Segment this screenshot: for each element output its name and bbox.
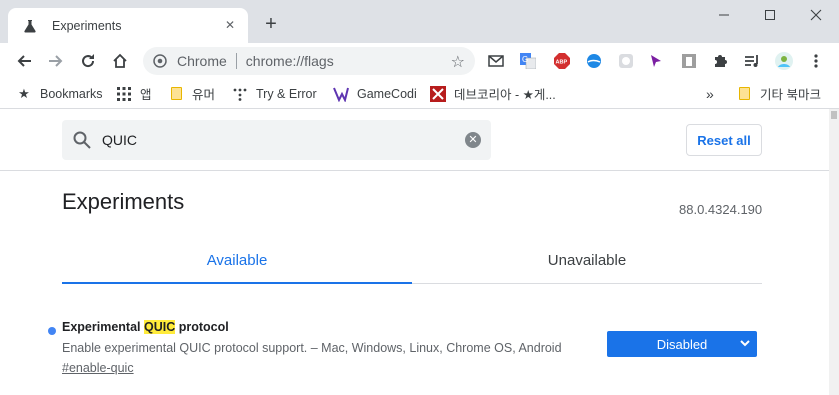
maximize-icon[interactable]: [759, 6, 781, 24]
chrome-logo-icon: [153, 54, 167, 68]
search-input[interactable]: [100, 131, 444, 149]
cursor-extension-icon[interactable]: [647, 52, 665, 70]
toolbar: Chrome chrome://flags ☆ G ABP: [0, 43, 839, 79]
bookmark-label: 데브코리아 - ★게...: [454, 88, 556, 102]
bookmark-label: 유머: [192, 88, 216, 102]
back-arrow-icon[interactable]: [14, 51, 34, 71]
bookmark-label: Try & Error: [256, 86, 317, 101]
reset-all-button[interactable]: Reset all: [686, 124, 762, 156]
bookmark-item-gamecodi[interactable]: GameCodi: [333, 79, 417, 108]
omnibox[interactable]: Chrome chrome://flags ☆: [143, 47, 475, 75]
bookmarks-overflow-chevron[interactable]: »: [706, 79, 714, 108]
url-text[interactable]: chrome://flags: [246, 53, 334, 69]
google-translate-icon[interactable]: G: [519, 52, 537, 70]
flags-page: ✕ Reset all Experiments 88.0.4324.190 Av…: [0, 109, 839, 395]
home-icon[interactable]: [110, 51, 130, 71]
flag-entry: Experimental QUIC protocol Enable experi…: [0, 314, 829, 394]
svg-text:ABP: ABP: [556, 60, 568, 66]
svg-text:G: G: [522, 55, 528, 64]
apps-grid-icon: [116, 86, 132, 102]
star-icon: ★: [18, 85, 30, 101]
bookmark-item-try-error[interactable]: Try & Error: [232, 79, 317, 108]
globe-extension-icon[interactable]: [585, 52, 603, 70]
bookmark-item-bookmarks[interactable]: ★ Bookmarks: [16, 79, 103, 108]
bookmark-label: Bookmarks: [40, 86, 103, 101]
reload-icon[interactable]: [78, 51, 98, 71]
hand-extension-icon[interactable]: [680, 52, 698, 70]
page-title: Experiments: [62, 189, 185, 214]
grey-extension-icon[interactable]: [617, 52, 635, 70]
window-close-icon[interactable]: [805, 6, 827, 24]
bookmark-item-other[interactable]: 기타 북마크: [736, 79, 821, 108]
forward-arrow-icon[interactable]: [46, 51, 66, 71]
flag-anchor-link[interactable]: #enable-quic: [62, 361, 134, 375]
bookmark-item-apps[interactable]: 앱: [116, 79, 152, 108]
tab-available[interactable]: Available: [62, 237, 412, 283]
search-icon: [73, 131, 91, 149]
devkorea-icon: [430, 85, 446, 102]
folder-icon: [736, 86, 752, 102]
profile-avatar-icon[interactable]: [775, 52, 793, 70]
bookmark-label: 앱: [140, 88, 152, 102]
tab-title: Experiments: [52, 18, 122, 33]
flags-header: ✕ Reset all: [0, 109, 829, 171]
scrollbar-thumb[interactable]: [831, 111, 837, 119]
flask-icon: [22, 18, 38, 34]
bookmark-label: GameCodi: [357, 86, 417, 101]
version-label: 88.0.4324.190: [679, 202, 763, 217]
media-control-icon[interactable]: [743, 52, 761, 70]
clear-search-icon[interactable]: ✕: [465, 132, 481, 148]
minimize-icon[interactable]: [713, 6, 735, 24]
kebab-menu-icon[interactable]: [807, 52, 825, 70]
folder-icon: [168, 86, 184, 102]
browser-tab[interactable]: Experiments ✕: [8, 8, 248, 43]
flags-tabs: Available Unavailable: [62, 237, 762, 284]
scrollbar[interactable]: [829, 109, 839, 395]
tab-unavailable[interactable]: Unavailable: [412, 237, 762, 283]
flag-description: Enable experimental QUIC protocol suppor…: [62, 341, 562, 355]
flag-state-value: Disabled: [656, 336, 708, 352]
active-tab-indicator: [62, 282, 412, 284]
tab-strip: Experiments ✕ +: [0, 0, 839, 43]
modified-indicator-dot: [48, 327, 56, 335]
search-highlight: QUIC: [143, 320, 176, 334]
bookmarks-bar: ★ Bookmarks 앱 유머 Try & Error GameCodi 데브…: [0, 79, 839, 109]
close-tab-icon[interactable]: ✕: [222, 17, 238, 33]
site-label: Chrome: [177, 53, 227, 69]
extensions-puzzle-icon[interactable]: [711, 52, 729, 70]
bookmark-item-devkorea[interactable]: 데브코리아 - ★게...: [430, 79, 556, 108]
gamecodi-icon: [333, 86, 349, 102]
chevron-down-icon: [739, 337, 751, 352]
flag-state-select[interactable]: Disabled: [607, 331, 757, 357]
bookmark-item-humor[interactable]: 유머: [168, 79, 215, 108]
bookmark-label: 기타 북마크: [760, 88, 821, 102]
adblock-plus-icon[interactable]: ABP: [553, 52, 571, 70]
new-tab-button[interactable]: +: [262, 14, 280, 34]
search-box[interactable]: ✕: [62, 120, 491, 160]
dots-icon: [232, 86, 248, 102]
omnibox-divider: [235, 53, 237, 69]
flag-name: Experimental QUIC protocol: [62, 320, 229, 334]
gmail-icon[interactable]: [487, 52, 505, 70]
bookmark-star-icon[interactable]: ☆: [451, 52, 465, 72]
